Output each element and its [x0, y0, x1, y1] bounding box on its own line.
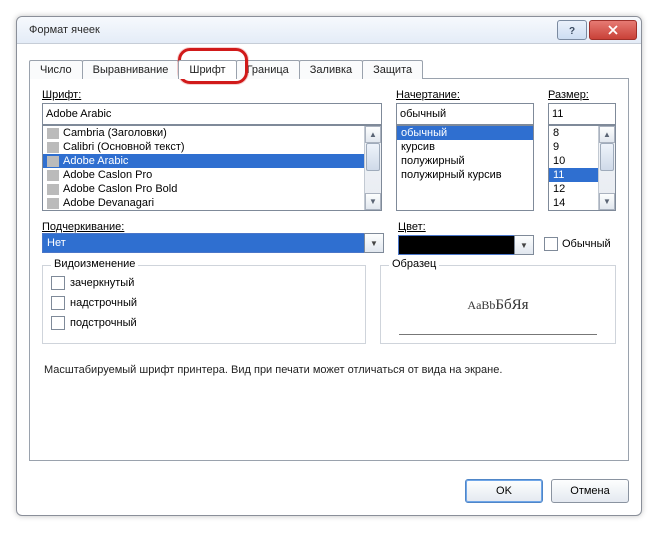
effect-subscript[interactable]: подстрочный — [51, 316, 357, 330]
font-icon — [47, 156, 59, 167]
font-scrollbar[interactable]: ▲ ▼ — [364, 126, 381, 210]
chevron-down-icon[interactable]: ▼ — [514, 235, 534, 255]
style-item[interactable]: полужирный — [397, 154, 533, 168]
font-label: Шрифт: — [42, 89, 382, 101]
color-label: Цвет: — [398, 221, 616, 233]
svg-text:?: ? — [569, 26, 575, 35]
tab-fill[interactable]: Заливка — [299, 60, 363, 79]
sample-group: Образец AaBbБбЯя — [380, 265, 616, 344]
font-listbox[interactable]: Cambria (Заголовки) Calibri (Основной те… — [42, 125, 382, 211]
scroll-up-icon[interactable]: ▲ — [365, 126, 381, 143]
style-item[interactable]: курсив — [397, 140, 533, 154]
titlebar[interactable]: Формат ячеек ? — [17, 17, 641, 44]
font-item[interactable]: Cambria (Заголовки) — [43, 126, 364, 140]
style-listbox[interactable]: обычный курсив полужирный полужирный кур… — [396, 125, 534, 211]
chevron-down-icon[interactable]: ▼ — [364, 233, 384, 253]
tabstrip: Число Выравнивание Шрифт Граница Заливка… — [29, 54, 629, 78]
tab-font[interactable]: Шрифт — [178, 60, 236, 79]
sample-preview: AaBbБбЯя — [399, 276, 597, 335]
font-panel: Шрифт: Cambria (Заголовки) Calibri (Осно… — [29, 78, 629, 461]
checkbox-icon — [51, 296, 65, 310]
sample-legend: Образец — [389, 258, 439, 270]
dialog-footer: OK Отмена — [17, 471, 641, 515]
scroll-thumb[interactable] — [600, 143, 614, 171]
checkbox-icon — [51, 276, 65, 290]
underline-value: Нет — [42, 233, 364, 253]
font-icon — [47, 198, 59, 209]
normal-font-label: Обычный — [562, 238, 611, 250]
font-item[interactable]: Calibri (Основной текст) — [43, 140, 364, 154]
cancel-button[interactable]: Отмена — [551, 479, 629, 503]
tab-protection[interactable]: Защита — [362, 60, 423, 79]
font-item[interactable]: Adobe Caslon Pro Bold — [43, 182, 364, 196]
color-swatch — [398, 235, 514, 255]
scroll-down-icon[interactable]: ▼ — [365, 193, 381, 210]
help-button[interactable]: ? — [557, 20, 587, 40]
font-input[interactable] — [42, 103, 382, 125]
ok-button[interactable]: OK — [465, 479, 543, 503]
checkbox-icon — [544, 237, 558, 251]
hint-text: Масштабируемый шрифт принтера. Вид при п… — [44, 364, 614, 376]
effect-strikethrough[interactable]: зачеркнутый — [51, 276, 357, 290]
size-item[interactable]: 12 — [549, 182, 598, 196]
size-scrollbar[interactable]: ▲ ▼ — [598, 126, 615, 210]
scroll-thumb[interactable] — [366, 143, 380, 171]
underline-combo[interactable]: Нет ▼ — [42, 233, 384, 253]
tab-number[interactable]: Число — [29, 60, 83, 79]
normal-font-checkbox[interactable]: Обычный — [544, 237, 611, 251]
format-cells-dialog: Формат ячеек ? Число Выравнивание Шрифт … — [16, 16, 642, 516]
font-icon — [47, 128, 59, 139]
font-item[interactable]: Adobe Caslon Pro — [43, 168, 364, 182]
font-icon — [47, 184, 59, 195]
size-label: Размер: — [548, 89, 616, 101]
font-item[interactable]: Adobe Devanagari — [43, 196, 364, 210]
font-item[interactable]: Adobe Arabic — [43, 154, 364, 168]
size-input[interactable] — [548, 103, 616, 125]
tab-alignment[interactable]: Выравнивание — [82, 60, 180, 79]
scroll-up-icon[interactable]: ▲ — [599, 126, 615, 143]
style-input[interactable] — [396, 103, 534, 125]
style-item[interactable]: полужирный курсив — [397, 168, 533, 182]
tab-border[interactable]: Граница — [236, 60, 300, 79]
size-listbox[interactable]: 8 9 10 11 12 14 ▲ ▼ — [548, 125, 616, 211]
style-item[interactable]: обычный — [397, 126, 533, 140]
font-icon — [47, 170, 59, 181]
scroll-down-icon[interactable]: ▼ — [599, 193, 615, 210]
font-icon — [47, 142, 59, 153]
window-title: Формат ячеек — [29, 24, 555, 36]
color-combo[interactable]: ▼ — [398, 235, 534, 255]
underline-label: Подчеркивание: — [42, 221, 124, 233]
size-item[interactable]: 8 — [549, 126, 598, 140]
size-item[interactable]: 10 — [549, 154, 598, 168]
effects-legend: Видоизменение — [51, 258, 138, 270]
size-item[interactable]: 11 — [549, 168, 598, 182]
size-item[interactable]: 14 — [549, 196, 598, 210]
close-button[interactable] — [589, 20, 637, 40]
checkbox-icon — [51, 316, 65, 330]
effect-superscript[interactable]: надстрочный — [51, 296, 357, 310]
effects-group: Видоизменение зачеркнутый надстрочный по… — [42, 265, 366, 344]
style-label: Начертание: — [396, 89, 534, 101]
size-item[interactable]: 9 — [549, 140, 598, 154]
